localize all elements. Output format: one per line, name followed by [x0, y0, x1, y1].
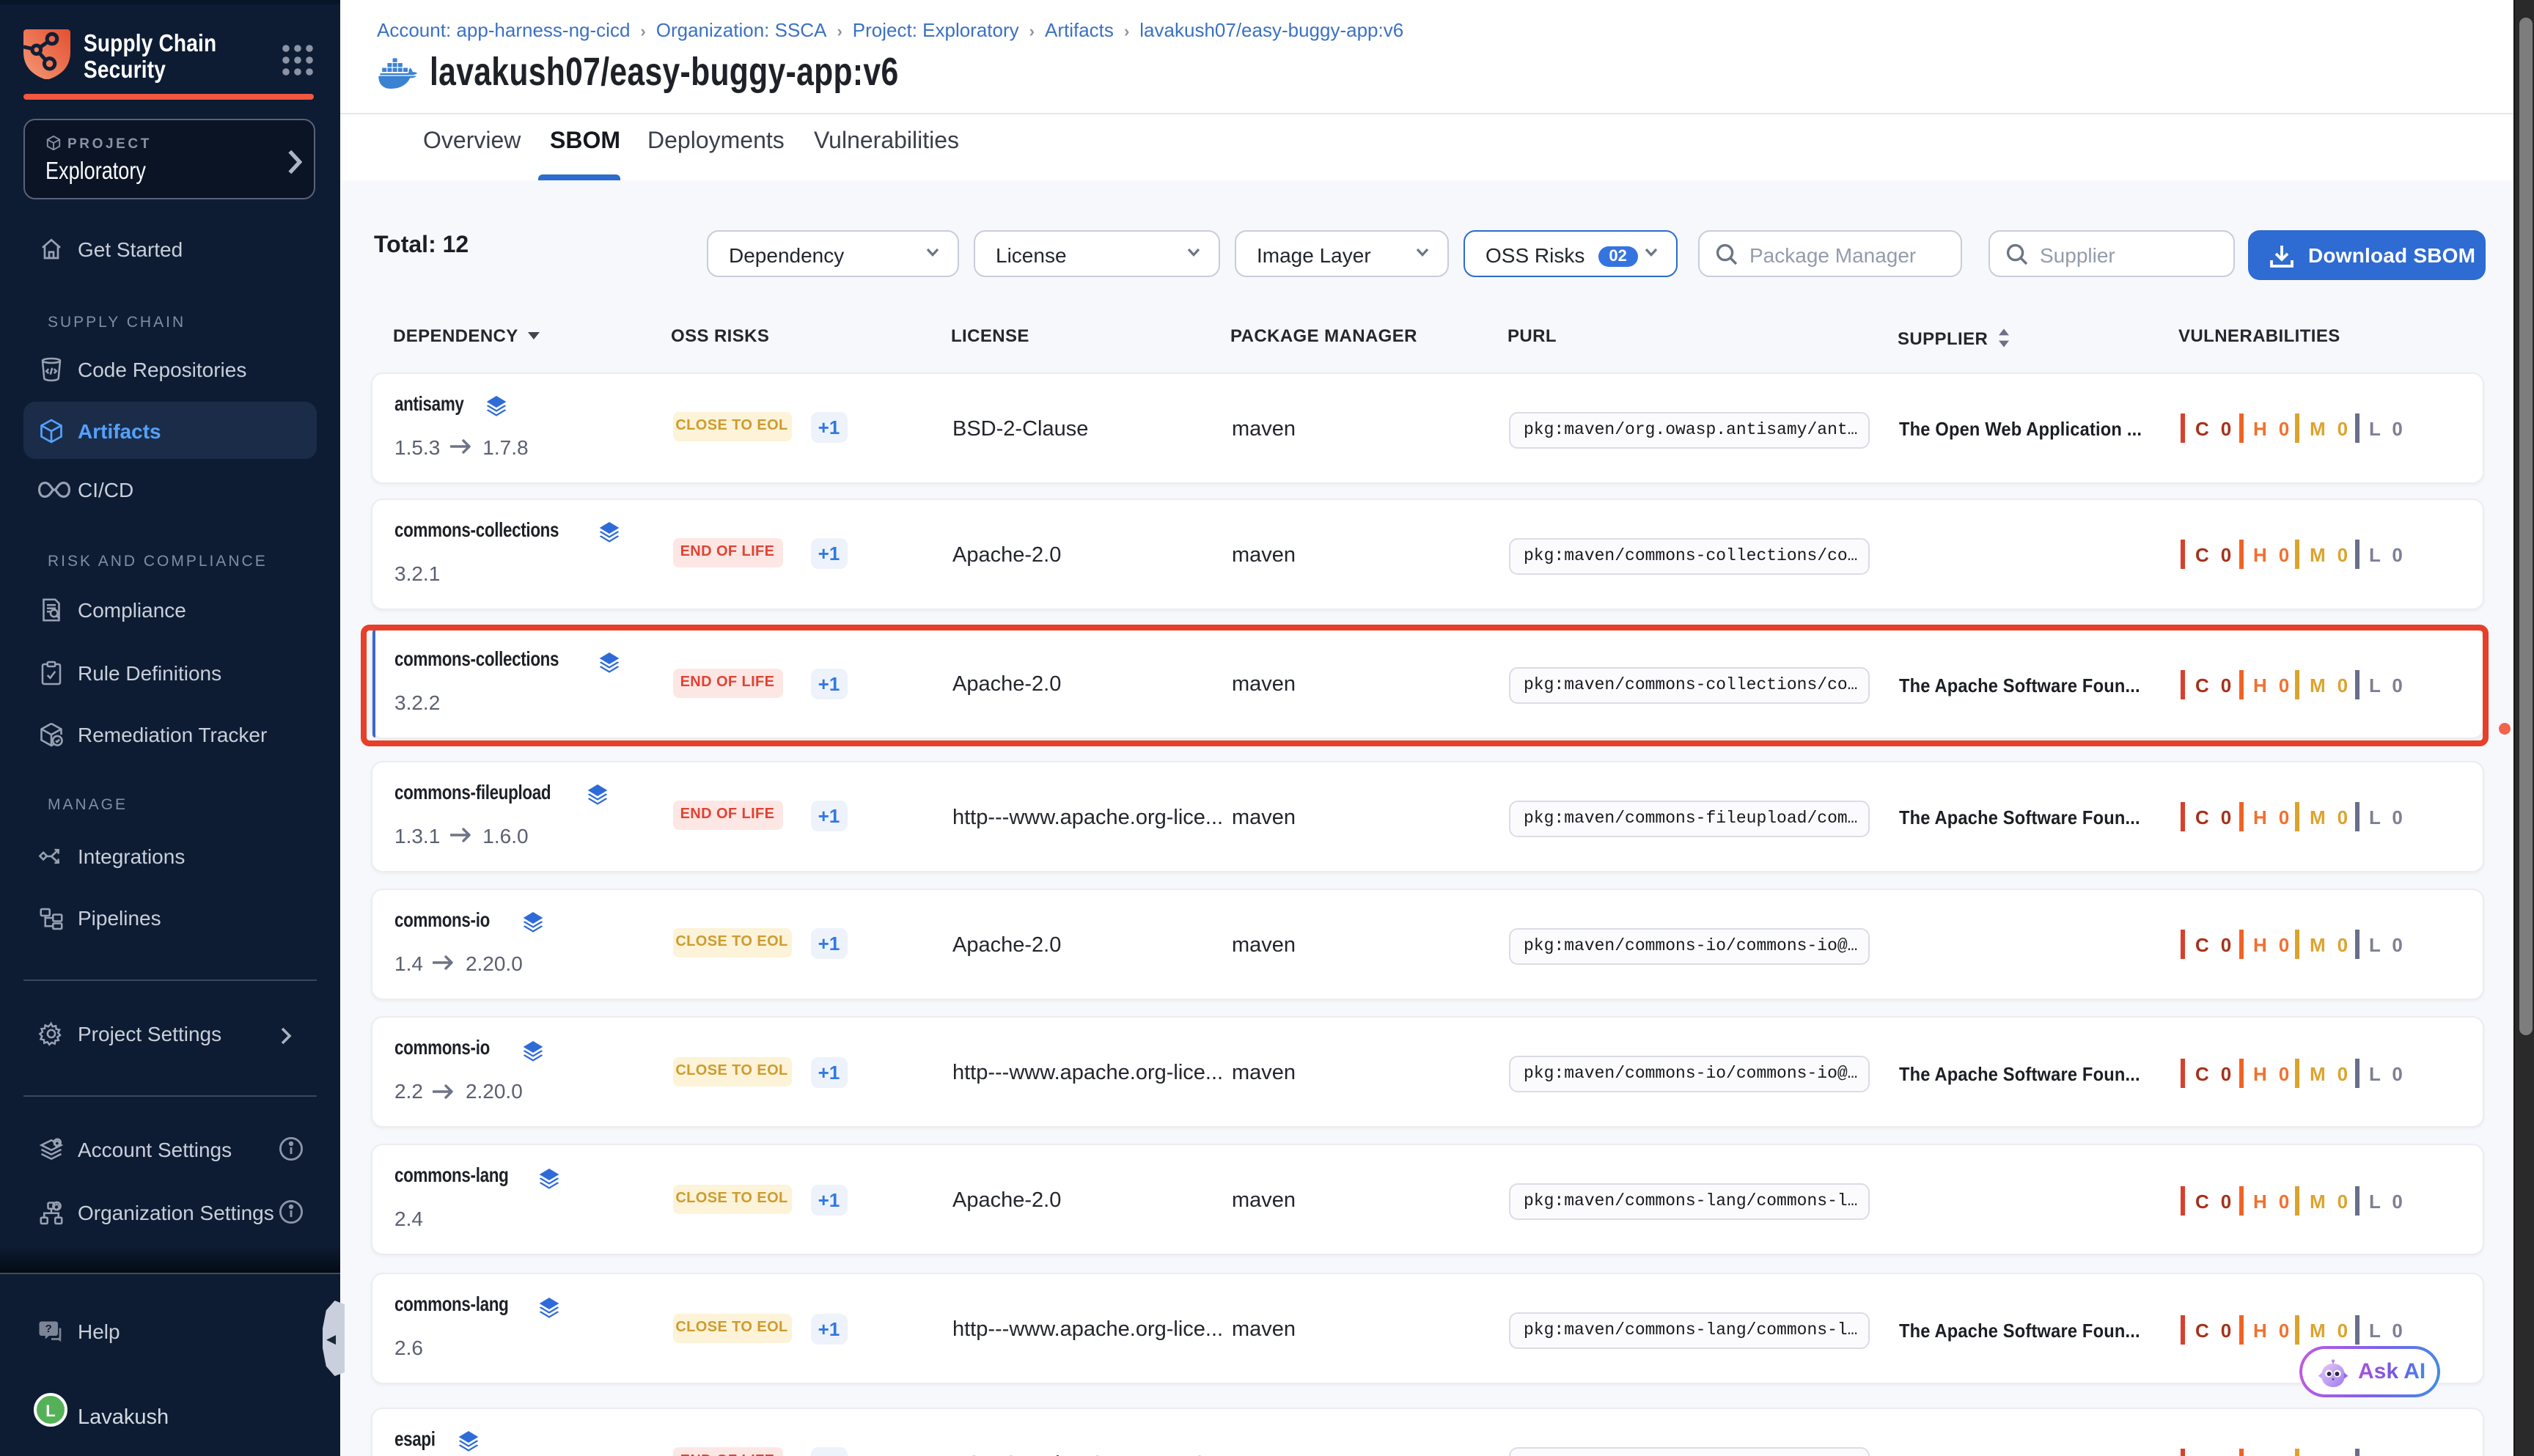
svg-text:?: ?: [45, 1323, 52, 1335]
